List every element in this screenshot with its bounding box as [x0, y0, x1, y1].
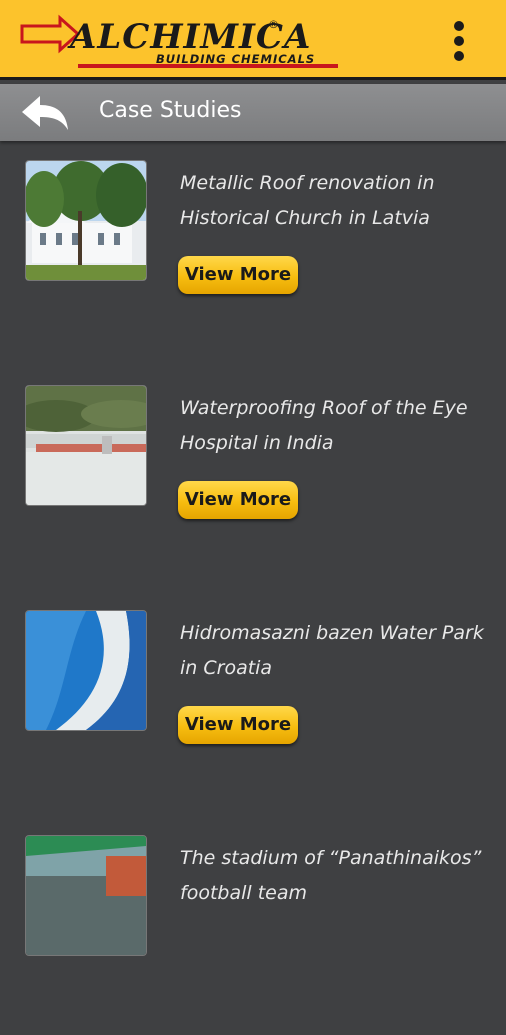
app-header: ALCHIMICA ® BUILDING CHEMICALS	[0, 0, 506, 80]
view-more-button[interactable]: View More	[178, 706, 298, 744]
menu-dot	[454, 36, 464, 46]
page-title: Case Studies	[99, 98, 242, 123]
case-study-item: Waterproofing Roof of the Eye Hospital i…	[0, 385, 506, 585]
alchimica-logo: ALCHIMICA ® BUILDING CHEMICALS	[20, 12, 350, 72]
case-study-thumbnail[interactable]	[25, 835, 147, 956]
logo-tagline: BUILDING CHEMICALS	[156, 52, 316, 66]
logo-registered-mark: ®	[268, 18, 279, 31]
case-study-title: Waterproofing Roof of the Eye Hospital i…	[180, 397, 468, 454]
title-bar: Case Studies	[0, 84, 506, 141]
case-study-thumbnail[interactable]	[25, 610, 147, 731]
case-study-thumbnail[interactable]	[25, 160, 147, 281]
menu-dot	[454, 51, 464, 61]
case-study-title: Hidromasazni bazen Water Park in Croatia	[180, 622, 484, 679]
back-arrow-icon	[22, 96, 68, 130]
overflow-menu-button[interactable]	[444, 18, 474, 62]
menu-dot	[454, 21, 464, 31]
case-study-item: Hidromasazni bazen Water Park in Croatia…	[0, 610, 506, 810]
view-more-button[interactable]: View More	[178, 481, 298, 519]
case-study-item: Metallic Roof renovation in Historical C…	[0, 160, 506, 360]
view-more-button[interactable]: View More	[178, 256, 298, 294]
case-study-item: The stadium of “Panathinaikos” football …	[0, 835, 506, 1035]
case-study-thumbnail[interactable]	[25, 385, 147, 506]
case-study-title: The stadium of “Panathinaikos” football …	[180, 847, 482, 904]
back-button[interactable]	[18, 92, 72, 134]
case-study-title: Metallic Roof renovation in Historical C…	[180, 172, 435, 229]
